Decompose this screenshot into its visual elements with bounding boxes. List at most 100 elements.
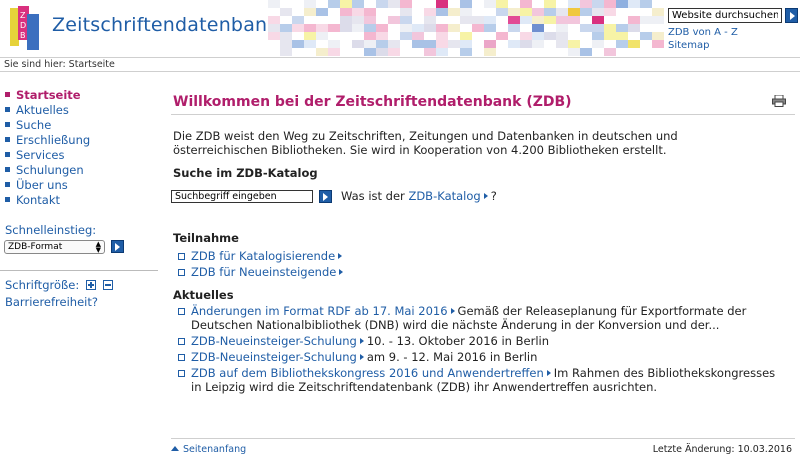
mosaic-tile	[568, 48, 580, 56]
sidebar-item-erschliessung[interactable]: Erschließung	[5, 133, 90, 148]
bullet-icon	[5, 137, 10, 142]
mosaic-tile	[580, 8, 592, 16]
mosaic-tile	[328, 0, 340, 8]
print-icon[interactable]	[772, 95, 786, 107]
mosaic-tile	[304, 8, 316, 16]
mosaic-tile	[472, 24, 484, 32]
mosaic-tile	[436, 48, 448, 56]
mosaic-tile	[280, 8, 292, 16]
font-decrease-icon[interactable]	[102, 279, 113, 290]
mosaic-tile	[304, 32, 316, 40]
sidebar-item-services[interactable]: Services	[5, 148, 90, 163]
zdb-logo-icon[interactable]: Z D B	[10, 6, 44, 50]
sidebar-item-startseite[interactable]: Startseite	[5, 88, 90, 103]
catalog-heading: Suche im ZDB-Katalog	[173, 166, 318, 180]
list-item: ZDB für Katalogisierende	[178, 249, 788, 263]
mosaic-tile	[376, 24, 388, 32]
catalog-search-button[interactable]	[319, 190, 332, 203]
sidebar-item-aktuelles[interactable]: Aktuelles	[5, 103, 90, 118]
sidebar-item-suche[interactable]: Suche	[5, 118, 90, 133]
sidebar-item-schulungen[interactable]: Schulungen	[5, 163, 90, 178]
accessibility-link[interactable]: Barrierefreiheit?	[5, 295, 98, 309]
mosaic-tile	[484, 16, 496, 24]
mosaic-tile	[424, 48, 436, 56]
sidebar-item-kontakt[interactable]: Kontakt	[5, 193, 90, 208]
mosaic-tile	[364, 40, 376, 48]
mosaic-tile	[592, 32, 604, 40]
mosaic-tile	[316, 24, 328, 32]
mosaic-tile	[508, 8, 520, 16]
arrow-right-icon	[359, 337, 364, 344]
mosaic-tile	[544, 16, 556, 24]
mosaic-tile	[364, 32, 376, 40]
mosaic-tile	[508, 40, 520, 48]
back-to-top-link[interactable]: Seitenanfang	[171, 444, 246, 455]
news-list: Änderungen im Format RDF ab 17. Mai 2016…	[178, 304, 788, 396]
mosaic-tile	[424, 16, 436, 24]
mosaic-tile	[568, 8, 580, 16]
mosaic-tile	[304, 0, 316, 8]
quick-access-go-button[interactable]	[111, 240, 124, 253]
catalog-search-input[interactable]	[171, 190, 313, 203]
mosaic-tile	[268, 24, 280, 32]
footer-divider	[171, 438, 795, 439]
mosaic-tile	[580, 0, 592, 8]
mosaic-tile	[352, 0, 364, 8]
mosaic-tile	[316, 48, 328, 56]
sidebar-item-ueber-uns[interactable]: Über uns	[5, 178, 90, 193]
bullet-icon	[5, 152, 10, 157]
mosaic-tile	[628, 16, 640, 24]
mosaic-tile	[604, 48, 616, 56]
mosaic-tile	[532, 16, 544, 24]
mosaic-tile	[388, 0, 400, 8]
title-divider	[171, 114, 795, 115]
quick-access-select[interactable]: ZDB-Format ▲ ▼	[4, 240, 105, 254]
mosaic-tile	[592, 8, 604, 16]
svg-text:B: B	[20, 31, 26, 40]
news-link[interactable]: Änderungen im Format RDF ab 17. Mai 2016	[191, 304, 448, 318]
mosaic-tile	[592, 16, 604, 24]
site-search-input[interactable]	[668, 8, 782, 23]
font-increase-icon[interactable]	[85, 279, 96, 290]
mosaic-tile	[616, 40, 628, 48]
site-title[interactable]: Zeitschriftendatenbank	[52, 14, 278, 36]
search-submit-button[interactable]	[785, 8, 798, 23]
mosaic-tile	[460, 48, 472, 56]
bullet-icon	[5, 197, 10, 202]
zdb-katalog-link[interactable]: ZDB-Katalog	[408, 189, 480, 203]
mosaic-tile	[340, 16, 352, 24]
mosaic-tile	[316, 8, 328, 16]
mosaic-tile	[436, 32, 448, 40]
mosaic-tile	[556, 32, 568, 40]
mosaic-tile	[424, 8, 436, 16]
mosaic-tile	[340, 24, 352, 32]
breadcrumb: Sie sind hier: Startseite	[0, 57, 800, 72]
mosaic-tile	[544, 8, 556, 16]
mosaic-tile	[304, 24, 316, 32]
az-link[interactable]: ZDB von A - Z	[668, 27, 738, 38]
mosaic-tile	[376, 32, 388, 40]
select-arrows-icon: ▲ ▼	[95, 240, 101, 254]
mosaic-tile	[640, 16, 652, 24]
mosaic-tile	[364, 24, 376, 32]
arrow-right-icon	[450, 307, 455, 314]
mosaic-tile	[532, 32, 544, 40]
sitemap-link[interactable]: Sitemap	[668, 40, 709, 51]
mosaic-tile	[400, 32, 412, 40]
news-link[interactable]: ZDB-Neueinsteiger-Schulung	[191, 350, 357, 364]
mosaic-tile	[292, 24, 304, 32]
news-link[interactable]: ZDB auf dem Bibliothekskongress 2016 und…	[191, 366, 544, 380]
mosaic-tile	[652, 32, 664, 40]
mosaic-tile	[484, 48, 496, 56]
mosaic-tile	[340, 8, 352, 16]
bullet-icon	[5, 107, 10, 112]
mosaic-tile	[364, 8, 376, 16]
mosaic-tile	[484, 24, 496, 32]
arrow-right-icon	[483, 192, 488, 199]
mosaic-tile	[484, 40, 496, 48]
news-link[interactable]: ZDB-Neueinsteiger-Schulung	[191, 334, 357, 348]
svg-text:D: D	[20, 21, 26, 30]
list-item: ZDB-Neueinsteiger-Schulung 10. - 13. Okto…	[178, 334, 788, 348]
mosaic-tile	[616, 32, 628, 40]
mosaic-tile	[364, 48, 376, 56]
